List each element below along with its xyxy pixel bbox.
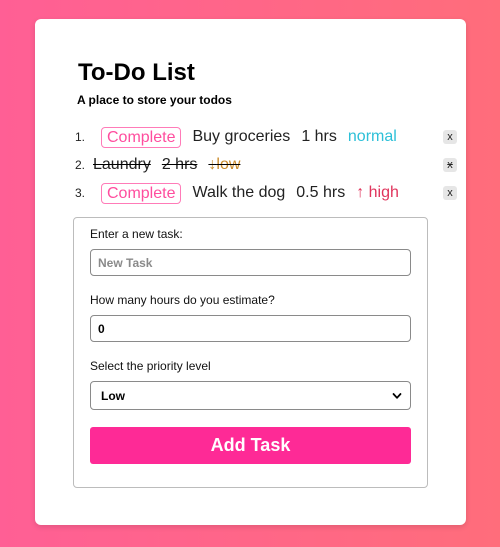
task-number: 2. [75,158,86,172]
task-priority: ↓low [208,156,240,174]
task-number: 1. [75,130,86,144]
delete-button[interactable]: x [443,158,457,172]
add-task-button[interactable]: Add Task [90,427,411,464]
task-hours: 2 hrs [161,156,198,173]
arrow-up-icon: ↑ [356,184,365,201]
page-subtitle: A place to store your todos [77,93,232,107]
task-text: Laundry [93,156,151,173]
complete-button[interactable]: Complete [101,126,182,148]
task-item: 1. Complete Buy groceries 1 hrs normal x [75,123,457,151]
todo-card: To-Do List A place to store your todos 1… [35,19,466,525]
priority-label: high [368,184,399,201]
task-item: 3. Complete Walk the dog 0.5 hrs ↑ high … [75,179,457,207]
priority-select-label: Select the priority level [90,359,211,373]
priority-label: low [216,156,241,173]
task-hours: 1 hrs [301,128,337,145]
task-number: 3. [75,186,86,200]
page-title: To-Do List [78,59,195,86]
priority-select-value: Low [101,388,125,403]
priority-select[interactable]: Low [90,381,411,410]
task-text: Walk the dog [192,184,286,201]
hours-input-label: How many hours do you estimate? [90,293,275,307]
delete-button[interactable]: x [443,130,457,144]
task-list: 1. Complete Buy groceries 1 hrs normal x… [75,123,457,207]
chevron-down-icon [392,392,402,399]
task-input-label: Enter a new task: [90,227,183,241]
task-text: Buy groceries [192,128,291,145]
hours-input[interactable] [90,315,411,342]
task-priority: normal [348,128,397,146]
task-priority: ↑ high [356,184,399,202]
task-item: 2. Laundry 2 hrs ↓low x [75,151,457,179]
priority-label: normal [347,128,397,145]
complete-button[interactable]: Complete [101,182,182,204]
task-input[interactable] [90,249,411,276]
task-hours: 0.5 hrs [296,184,346,201]
delete-button[interactable]: x [443,186,457,200]
new-task-form: Enter a new task: How many hours do you … [73,217,428,488]
